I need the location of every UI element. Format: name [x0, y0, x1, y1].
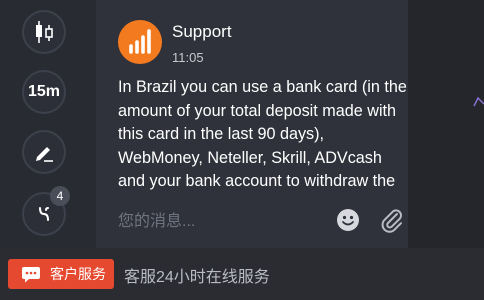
smiley-icon [337, 209, 359, 231]
message-input-row [96, 196, 408, 248]
attach-button[interactable] [378, 206, 406, 234]
indicator-count-badge: 4 [50, 186, 70, 206]
chart-tools-strip [408, 0, 484, 248]
timeframe-button[interactable]: 15m [22, 70, 66, 114]
candlestick-button[interactable] [22, 10, 66, 54]
support-avatar [118, 20, 162, 64]
paperclip-icon [381, 209, 402, 233]
customer-service-label: 客户服务 [50, 266, 106, 282]
candlestick-icon [36, 21, 53, 43]
bar-chart-logo-icon [129, 29, 151, 54]
emoji-button[interactable] [336, 208, 360, 232]
message-input[interactable] [116, 206, 320, 238]
support-chat-panel: Support 11:05 In Brazil you can use a ba… [96, 0, 408, 248]
pencil-icon [36, 147, 53, 162]
customer-service-button[interactable]: 客户服务 [8, 259, 114, 289]
sender-name: Support [172, 22, 232, 41]
indicators-button[interactable]: 4 [22, 186, 70, 236]
message-time: 11:05 [172, 50, 204, 65]
chat-bubble-icon [22, 267, 40, 283]
timeframe-label: 15m [27, 83, 61, 100]
app-window: Support 11:05 In Brazil you can use a ba… [0, 0, 484, 300]
wave-indicator-icon [39, 207, 49, 221]
service-hours-text: 客服24小时在线服务 [124, 269, 270, 286]
bottom-bar: 客户服务 客服24小时在线服务 [0, 248, 484, 300]
message-text: In Brazil you can use a bank card (in th… [118, 78, 407, 190]
drawing-tool-button[interactable] [22, 130, 66, 174]
